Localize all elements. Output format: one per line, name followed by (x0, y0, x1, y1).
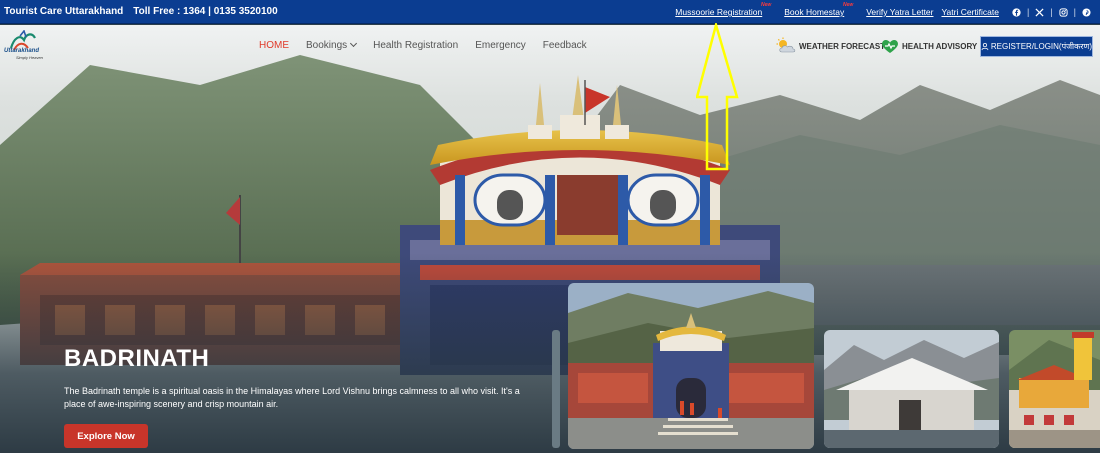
book-homestay-link[interactable]: Book Homestay New (784, 2, 853, 17)
nav-emergency[interactable]: Emergency (475, 40, 526, 51)
social-links: | | | (1011, 7, 1092, 18)
hero-description: The Badrinath temple is a spiritual oasi… (64, 386, 520, 409)
logo-subtitle: Simply Heaven (16, 55, 43, 60)
destination-card-kedarnath[interactable] (824, 330, 999, 448)
instagram-icon[interactable] (1058, 7, 1069, 18)
nav-health-registration[interactable]: Health Registration (373, 40, 458, 51)
mussoorie-registration-label: Mussoorie Registration (675, 7, 763, 17)
register-login-label: REGISTER/LOGIN(पंजीकरण) (990, 42, 1092, 51)
weather-forecast-link[interactable]: WEATHER FORECAST (775, 37, 885, 55)
verify-yatra-letter-link[interactable]: Verify Yatra Letter (866, 7, 933, 17)
nav-bookings-label: Bookings (306, 40, 348, 51)
explore-now-button[interactable]: Explore Now (64, 424, 148, 448)
weather-cloud-sun-icon (776, 37, 796, 53)
pinterest-icon[interactable] (1081, 7, 1092, 18)
health-advisory-label: HEALTH ADVISORY (902, 41, 978, 51)
kedarnath-temple-image (824, 330, 999, 448)
destination-card-gangotri[interactable] (1009, 330, 1100, 448)
destination-card-partial[interactable] (552, 330, 560, 448)
x-icon[interactable] (1034, 7, 1045, 18)
separator: | (1050, 7, 1053, 17)
separator: | (1026, 7, 1030, 17)
weather-forecast-label: WEATHER FORECAST (799, 41, 886, 51)
chevron-down-icon (350, 39, 358, 48)
main-navigation: Uttarakhand Simply Heaven HOME Bookings … (0, 25, 1100, 69)
health-heart-icon (882, 39, 898, 53)
badrinath-temple-image (568, 283, 814, 449)
nav-home[interactable]: HOME (259, 40, 289, 51)
annotation-up-arrow-icon (696, 23, 739, 171)
destination-card-badrinath[interactable] (568, 283, 814, 449)
nav-feedback[interactable]: Feedback (543, 40, 587, 51)
brand-text: Tourist Care Uttarakhand (4, 6, 124, 17)
mussoorie-registration-link[interactable]: Mussoorie Registration New (675, 2, 771, 17)
facebook-icon[interactable] (1011, 7, 1022, 18)
health-advisory-link[interactable]: HEALTH ADVISORY (880, 37, 977, 55)
yatri-certificate-link[interactable]: Yatri Certificate (941, 7, 998, 17)
register-login-button[interactable]: REGISTER/LOGIN(पंजीकरण) (980, 36, 1093, 57)
new-badge: New (760, 2, 772, 8)
separator: | (1073, 7, 1076, 17)
nav-menu: HOME Bookings Health Registration Emerge… (259, 39, 604, 51)
uttarakhand-logo[interactable]: Uttarakhand Simply Heaven (4, 30, 46, 62)
toll-free-text: Toll Free : 1364 | 0135 3520100 (133, 6, 278, 17)
nav-bookings[interactable]: Bookings (306, 39, 358, 51)
logo-title: Uttarakhand (4, 48, 40, 54)
gangotri-temple-image (1009, 330, 1100, 448)
hero-title: BADRINATH (64, 345, 210, 372)
user-icon (981, 43, 989, 51)
new-badge: New (842, 2, 854, 8)
book-homestay-label: Book Homestay (784, 7, 845, 17)
top-bar: Tourist Care Uttarakhand Toll Free : 136… (0, 0, 1100, 24)
